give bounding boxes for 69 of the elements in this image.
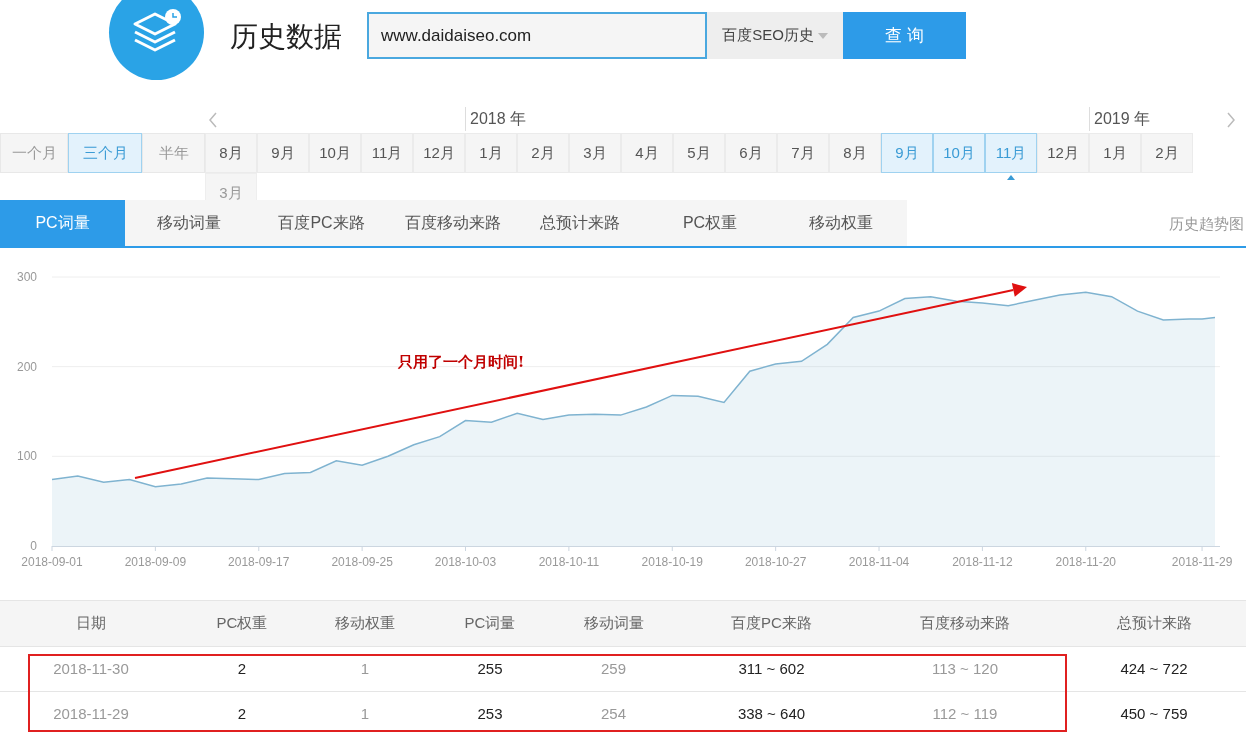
x-axis-label: 2018-09-09 [124,555,187,569]
dropdown[interactable]: 百度SEO历史 [707,12,843,59]
month-tab[interactable]: 2月 [517,133,569,173]
month-tab[interactable]: 11月 [361,133,413,173]
table-cell-text: 2018-11-29 [52,703,130,724]
table-cell-text: 113 ~ 120 [930,658,999,679]
x-axis-label: 2018-11-12 [952,555,1013,569]
x-axis-label: 2018-11-20 [1055,555,1117,569]
tab[interactable]: 总预计来路 [515,200,645,246]
column-header: PC词量 [463,613,517,634]
month-tab[interactable]: 8月 [205,133,257,173]
table-cell-text: 450 ~ 759 [1119,703,1189,724]
month-tab[interactable]: 8月 [829,133,881,173]
month-tab[interactable]: 1月 [1089,133,1141,173]
x-axis-label: 2018-11-29 [1171,555,1233,569]
month-tab[interactable]: 2月 [1141,133,1193,173]
x-axis-label: 2018-10-03 [434,555,497,569]
column-header: 百度移动来路 [919,613,1011,634]
column-header: PC权重 [215,613,269,634]
tab[interactable]: 移动词量 [125,200,253,246]
column-header: 移动权重 [334,613,396,634]
table-cell-text: 1 [359,703,371,724]
month-tab[interactable]: 1月 [465,133,517,173]
y-axis-label: 0 [30,539,37,553]
x-axis-label: 2018-09-17 [228,555,290,569]
column-header: 移动词量 [582,613,645,634]
table-cell-text: 1 [359,658,371,679]
table-cell-text: 259 [600,658,627,679]
table-cell-text: 311 ~ 602 [737,658,806,679]
month-tab[interactable]: 4月 [621,133,673,173]
y-axis-label: 100 [16,449,37,464]
table-cell-text: 255 [476,658,504,679]
y-axis-label: 200 [16,359,37,374]
tab[interactable]: 移动权重 [775,200,907,246]
x-axis-label: 2018-09-01 [21,555,83,569]
x-axis-label: 2018-11-04 [848,555,910,569]
annotation-text: 只用了一个月时间! [397,353,525,371]
page-title: 历史数据 [230,20,342,54]
year-label: 2018 年 [465,107,527,131]
table-cell-text: 338 ~ 640 [736,703,807,724]
table-cell-text: 112 ~ 119 [931,703,999,724]
month-tab[interactable]: 9月 [257,133,309,173]
x-axis-label: 2018-09-25 [331,555,393,569]
month-tab[interactable]: 3月 [569,133,621,173]
table-cell-text: 2 [236,703,248,724]
year-label: 2019 年 [1089,107,1151,131]
column-header: 日期 [75,613,107,634]
table-cell-text: 253 [476,703,504,724]
caret-icon [817,32,828,39]
column-header: 总预计来路 [1115,613,1193,634]
tab[interactable]: 百度移动来路 [390,200,515,246]
x-axis-label: 2018-10-19 [641,555,703,569]
month-tab[interactable]: 6月 [725,133,777,173]
tab[interactable]: PC权重 [645,200,775,246]
table-cell-text: 2018-11-30 [52,658,130,679]
y-axis-label: 300 [16,270,37,284]
tab[interactable]: 百度PC来路 [253,200,390,246]
table-cell-text: 2 [236,658,248,679]
month-tab[interactable]: 12月 [1037,133,1089,173]
month-tab[interactable]: 5月 [673,133,725,173]
month-tab[interactable]: 7月 [777,133,829,173]
table-cell-text: 254 [600,703,627,724]
month-tab[interactable]: 12月 [413,133,465,173]
x-axis-label: 2018-10-27 [744,555,807,569]
column-header: 百度PC来路 [730,613,813,634]
x-axis-label: 2018-10-11 [538,555,600,569]
month-tab[interactable]: 10月 [309,133,361,173]
table-cell-text: 424 ~ 722 [1119,658,1189,679]
search-field[interactable]: www.daidaiseo.com [367,12,707,59]
